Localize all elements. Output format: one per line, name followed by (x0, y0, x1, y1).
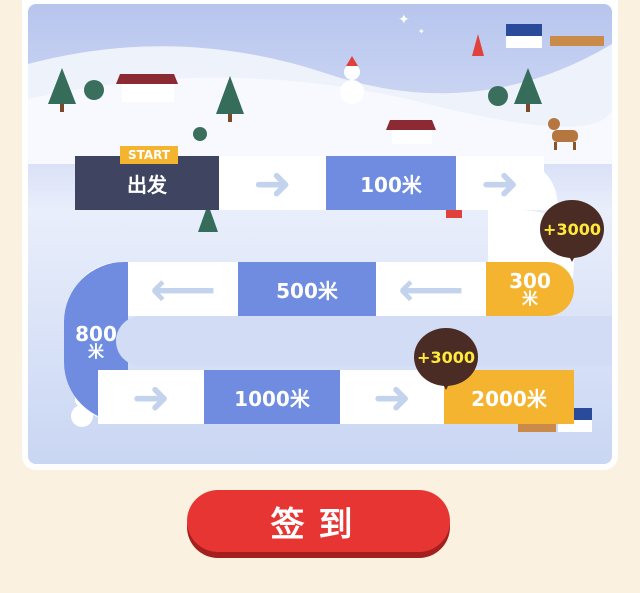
arrow-right-icon: ➜ (253, 156, 292, 210)
arrow-left-icon: ⟵ (398, 262, 464, 316)
bonus-bubble: +3000 (540, 200, 604, 262)
svg-text:✦: ✦ (418, 27, 425, 36)
track-cell: ➜ (456, 156, 544, 210)
track-cell: ⟵ (128, 262, 238, 316)
track-gap (116, 316, 612, 366)
party-hat-icon (472, 34, 484, 56)
house-icon (386, 120, 436, 144)
start-badge: START (120, 146, 178, 164)
milestone-300: 300 米 (486, 262, 574, 316)
signin-button[interactable]: 签到 (187, 490, 450, 552)
track-cell: ⟵ (376, 262, 486, 316)
milestone-100: 100米 (326, 156, 456, 210)
milestone-1000: 1000米 (204, 370, 340, 424)
start-cell: 出发 (75, 156, 219, 210)
arrow-right-icon: ➜ (131, 370, 171, 424)
track-cell: ➜ (219, 156, 326, 210)
house-icon (506, 24, 542, 48)
start-label: 出发 (127, 172, 167, 197)
track-cell: ➜ (98, 370, 204, 424)
arrow-left-icon: ⟵ (150, 262, 216, 316)
arrow-right-icon: ➜ (480, 156, 520, 210)
milestone-500: 500米 (238, 262, 376, 316)
arrow-right-icon: ➜ (372, 370, 412, 424)
house-icon (116, 74, 178, 102)
bonus-bubble: +3000 (414, 328, 478, 390)
winter-track-scene: ✦ ✦ 出发 START ➜ 100米 ➜ 300 米 ⟵ 500米 ⟵ 800… (28, 4, 612, 464)
star-icon: ✦ (398, 12, 410, 28)
